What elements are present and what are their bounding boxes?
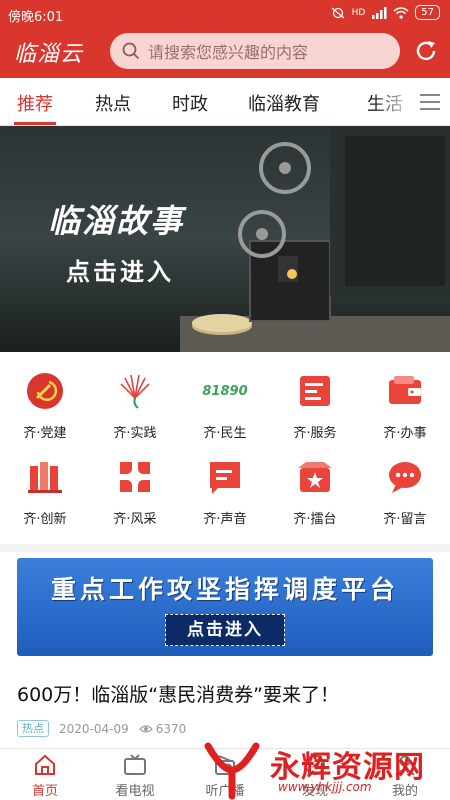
- practice-fan-icon: [120, 374, 150, 409]
- news-view-count: 6370: [155, 721, 187, 736]
- status-bar: 傍晚6:01 HD 57: [0, 0, 450, 28]
- alarm-off-icon: [331, 7, 344, 18]
- news-item[interactable]: 600万！临淄版“惠民消费券”要来了！ 热点 2020-04-09 6370: [0, 666, 450, 748]
- home-icon: [35, 754, 55, 775]
- search-icon: [122, 42, 140, 60]
- wallet-icon: [389, 376, 421, 404]
- wifi-icon: [393, 6, 409, 19]
- books-icon: [28, 462, 62, 493]
- service-document-icon: [300, 376, 330, 406]
- grid-item-message[interactable]: 齐·留言: [360, 438, 450, 527]
- message-square-icon: [210, 462, 240, 494]
- eye-icon: [138, 724, 153, 733]
- battery-indicator: 57: [415, 5, 440, 20]
- news-meta: 热点 2020-04-09 6370: [17, 720, 186, 737]
- category-tabs: 推荐 热点 时政 临淄教育 生活: [0, 78, 450, 126]
- hotline-81890-icon: 81890: [202, 383, 248, 399]
- tab-politics[interactable]: 时政: [172, 90, 208, 116]
- watermark-logo: [204, 742, 260, 800]
- grid-label: 齐·风采: [113, 512, 157, 527]
- top-bar: 傍晚6:01 HD 57 临淄云 请搜索您感兴趣的内容: [0, 0, 450, 78]
- nav-label: 看电视: [115, 784, 155, 799]
- banner-cta[interactable]: 点击进入: [66, 252, 174, 287]
- search-bar[interactable]: 请搜索您感兴趣的内容: [110, 33, 400, 69]
- watermark-overlay: 永辉资源网 www.yhkjjj.com: [200, 738, 450, 800]
- grid-label: 齐·擂台: [293, 512, 337, 527]
- nav-home[interactable]: 首页: [0, 749, 90, 800]
- active-tab-indicator: [14, 122, 56, 125]
- app-logo: 临淄云: [14, 42, 84, 67]
- service-grid: 齐·党建 齐·实践 81890 齐·民生 齐·服务 齐·办事 齐·创新 齐·风采: [0, 352, 450, 544]
- news-title: 600万！临淄版“惠民消费券”要来了！: [17, 684, 339, 706]
- party-emblem-icon: [27, 373, 63, 409]
- signal-icon: [372, 6, 387, 19]
- news-date: 2020-04-09: [59, 721, 129, 736]
- news-views: 6370: [138, 721, 187, 736]
- grid-item-service[interactable]: 齐·服务: [270, 352, 360, 441]
- grid-item-livelihood[interactable]: 81890 齐·民生: [180, 352, 270, 442]
- grid-item-arena[interactable]: 齐·擂台: [270, 438, 360, 527]
- nav-label: 首页: [31, 784, 58, 799]
- grid-item-party[interactable]: 齐·党建: [0, 352, 90, 441]
- app-screen: 傍晚6:01 HD 57 临淄云 请搜索您感兴趣的内容 推荐 热点 时政 临淄教…: [0, 0, 450, 800]
- search-placeholder: 请搜索您感兴趣的内容: [148, 43, 309, 62]
- tv-icon: [124, 754, 146, 775]
- menu-icon[interactable]: [418, 92, 442, 112]
- promo-section: 重点工作攻坚指挥调度平台 点击进入: [0, 552, 450, 666]
- grid-label: 齐·留言: [383, 512, 427, 527]
- refresh-icon[interactable]: [414, 39, 438, 63]
- grid-item-affairs[interactable]: 齐·办事: [360, 352, 450, 441]
- status-icons: HD 57: [330, 5, 440, 20]
- tab-education[interactable]: 临淄教育: [248, 90, 320, 116]
- banner-title: 临淄故事: [48, 202, 185, 240]
- watermark-url: www.yhkjjj.com: [278, 780, 372, 794]
- dispatch-platform-banner[interactable]: 重点工作攻坚指挥调度平台 点击进入: [17, 558, 433, 656]
- tab-recommend[interactable]: 推荐: [17, 90, 53, 116]
- grid-label: 齐·创新: [23, 512, 67, 527]
- tab-fade: [374, 78, 414, 125]
- grid-item-style[interactable]: 齐·风采: [90, 438, 180, 527]
- promo-title: 重点工作攻坚指挥调度平台: [50, 575, 399, 604]
- promo-cta-button[interactable]: 点击进入: [165, 614, 285, 646]
- grid-item-innovation[interactable]: 齐·创新: [0, 438, 90, 527]
- nav-tv[interactable]: 看电视: [90, 749, 180, 800]
- grid-label: 齐·声音: [203, 512, 247, 527]
- grid-item-practice[interactable]: 齐·实践: [90, 352, 180, 441]
- petal-grid-icon: [120, 462, 150, 492]
- story-banner[interactable]: 临淄故事 点击进入: [0, 126, 450, 352]
- tab-hot[interactable]: 热点: [95, 90, 131, 116]
- chat-bubble-icon: [389, 462, 421, 493]
- status-time: 傍晚6:01: [8, 10, 64, 25]
- network-type-label: HD: [351, 7, 366, 18]
- grid-item-voice[interactable]: 齐·声音: [180, 438, 270, 527]
- news-tag: 热点: [17, 720, 49, 737]
- star-box-icon: [298, 462, 332, 492]
